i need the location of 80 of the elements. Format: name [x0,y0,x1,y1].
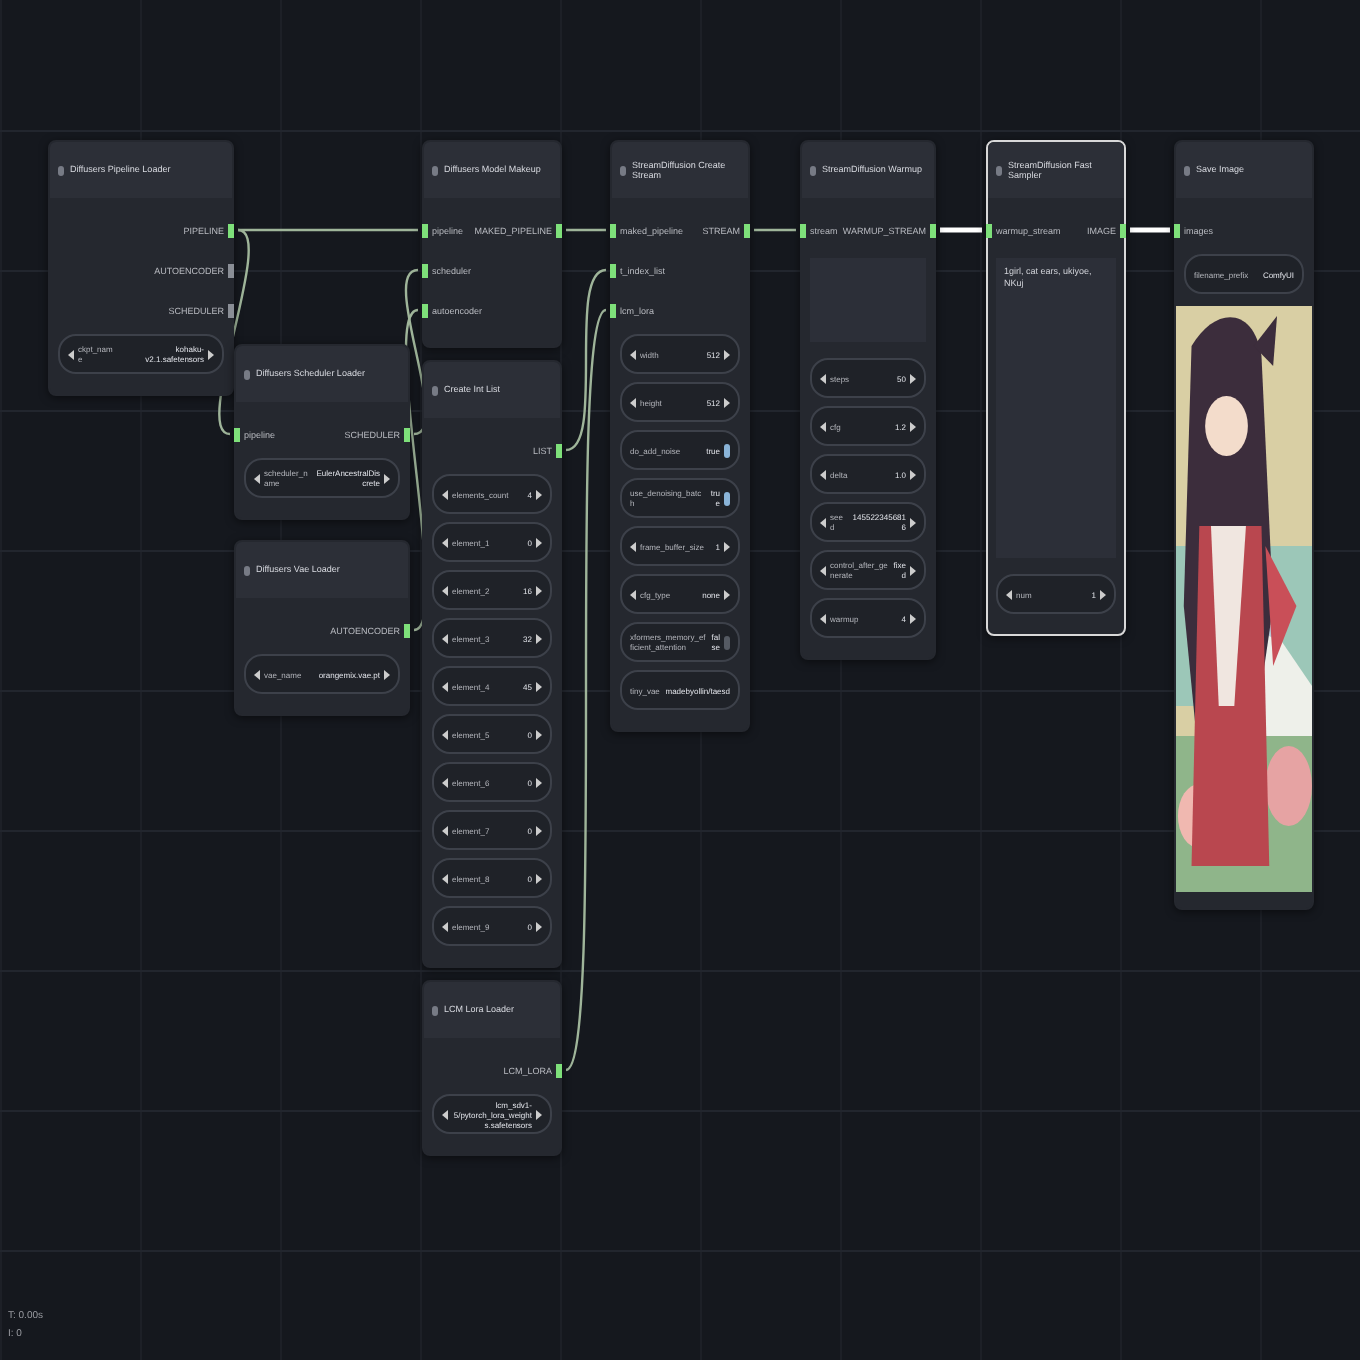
arrow-left-icon[interactable] [442,1109,448,1119]
arrow-right-icon[interactable] [910,565,916,575]
arrow-left-icon[interactable] [442,681,448,691]
arrow-right-icon[interactable] [536,729,542,739]
connected-slot-icon[interactable] [556,223,562,237]
link-wire [940,227,982,233]
link-wire [566,228,606,232]
arrow-right-icon[interactable] [724,589,730,599]
arrow-right-icon[interactable] [536,777,542,787]
arrow-right-icon[interactable] [910,469,916,479]
slot-icon[interactable] [228,263,234,277]
arrow-left-icon[interactable] [442,825,448,835]
link-wire [1130,227,1170,233]
connected-slot-icon[interactable] [930,223,936,237]
arrow-right-icon[interactable] [910,613,916,623]
arrow-right-icon[interactable] [536,633,542,643]
arrow-right-icon[interactable] [384,473,390,483]
arrow-left-icon[interactable] [630,541,636,551]
connected-slot-icon[interactable] [422,223,428,237]
arrow-left-icon[interactable] [442,633,448,643]
link-wire [754,228,796,232]
connected-slot-icon[interactable] [404,427,410,441]
arrow-right-icon[interactable] [910,373,916,383]
connected-slot-icon[interactable] [744,223,750,237]
arrow-right-icon[interactable] [910,421,916,431]
arrow-left-icon[interactable] [442,489,448,499]
arrow-left-icon[interactable] [254,473,260,483]
arrow-left-icon[interactable] [820,565,826,575]
node-panel[interactable] [610,140,750,732]
connected-slot-icon[interactable] [610,303,616,317]
arrow-right-icon[interactable] [724,541,730,551]
connected-slot-icon[interactable] [556,1063,562,1077]
connected-slot-icon[interactable] [556,443,562,457]
arrow-left-icon[interactable] [630,349,636,359]
arrow-left-icon[interactable] [442,777,448,787]
arrow-left-icon[interactable] [442,537,448,547]
arrow-right-icon[interactable] [536,825,542,835]
connected-slot-icon[interactable] [800,223,806,237]
arrow-left-icon[interactable] [442,585,448,595]
arrow-left-icon[interactable] [442,921,448,931]
connected-slot-icon[interactable] [228,223,234,237]
arrow-right-icon[interactable] [536,873,542,883]
arrow-right-icon[interactable] [724,397,730,407]
arrow-left-icon[interactable] [820,469,826,479]
arrow-left-icon[interactable] [442,729,448,739]
toggle-icon[interactable] [724,443,730,457]
arrow-left-icon[interactable] [820,517,826,527]
arrow-right-icon[interactable] [536,681,542,691]
connected-slot-icon[interactable] [422,263,428,277]
arrow-left-icon[interactable] [630,589,636,599]
connected-slot-icon[interactable] [234,427,240,441]
arrow-right-icon[interactable] [724,349,730,359]
arrow-right-icon[interactable] [208,349,214,359]
toggle-icon[interactable] [724,635,730,649]
arrow-left-icon[interactable] [820,373,826,383]
arrow-right-icon[interactable] [536,921,542,931]
connected-slot-icon[interactable] [986,223,992,237]
arrow-right-icon[interactable] [536,489,542,499]
connected-slot-icon[interactable] [1120,223,1126,237]
arrow-left-icon[interactable] [442,873,448,883]
graph-canvas[interactable] [0,0,1360,1360]
arrow-right-icon[interactable] [910,517,916,527]
connected-slot-icon[interactable] [404,623,410,637]
arrow-left-icon[interactable] [820,421,826,431]
arrow-left-icon[interactable] [254,669,260,679]
arrow-right-icon[interactable] [536,585,542,595]
arrow-right-icon[interactable] [384,669,390,679]
arrow-right-icon[interactable] [536,537,542,547]
arrow-right-icon[interactable] [1100,589,1106,599]
slot-icon[interactable] [228,303,234,317]
arrow-left-icon[interactable] [1006,589,1012,599]
arrow-right-icon[interactable] [536,1109,542,1119]
arrow-left-icon[interactable] [820,613,826,623]
arrow-left-icon[interactable] [68,349,74,359]
connected-slot-icon[interactable] [1174,223,1180,237]
toggle-icon[interactable] [724,491,730,505]
connected-slot-icon[interactable] [610,263,616,277]
arrow-left-icon[interactable] [630,397,636,407]
connected-slot-icon[interactable] [610,223,616,237]
connected-slot-icon[interactable] [422,303,428,317]
